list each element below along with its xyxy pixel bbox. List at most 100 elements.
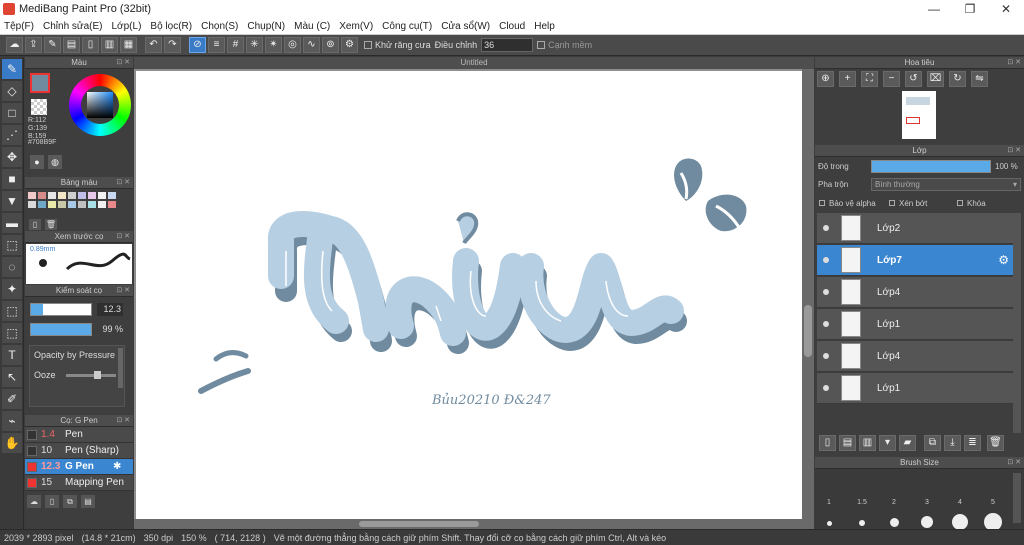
visibility-icon[interactable] xyxy=(823,289,829,295)
parallel-snap-icon[interactable]: ≡ xyxy=(208,37,225,53)
brush-item[interactable]: 15 Mapping Pen xyxy=(25,475,133,491)
folder-icon[interactable]: ▰ xyxy=(899,435,916,451)
delete-layer-icon[interactable]: 🗑 xyxy=(987,435,1004,451)
restore-button[interactable]: ❐ xyxy=(952,0,988,18)
ooze-slider[interactable] xyxy=(66,371,116,379)
visibility-icon[interactable] xyxy=(823,225,829,231)
color-history-icon[interactable]: ◍ xyxy=(48,155,62,169)
text-tool-icon[interactable]: T xyxy=(2,345,22,365)
size-slider[interactable] xyxy=(30,303,92,316)
redo-icon[interactable]: ↷ xyxy=(164,37,181,53)
adjust-spinbox[interactable]: 36 xyxy=(481,38,534,52)
menu-snap[interactable]: Chụp(N) xyxy=(247,21,285,32)
comment-icon[interactable]: ✎ xyxy=(44,37,61,53)
layer-list-scrollbar[interactable] xyxy=(1013,213,1021,433)
palette-swatch[interactable] xyxy=(47,191,57,200)
fit-window-icon[interactable]: ⛶ xyxy=(861,71,878,87)
message-icon[interactable]: ▤ xyxy=(63,37,80,53)
magic-wand-icon[interactable]: ✦ xyxy=(2,279,22,299)
visibility-icon[interactable] xyxy=(823,257,829,263)
grid-snap-icon[interactable]: # xyxy=(227,37,244,53)
brush-copy-icon[interactable]: ⧉ xyxy=(63,495,77,508)
page-icon[interactable]: ▯ xyxy=(82,37,99,53)
new-layer-menu-icon[interactable]: ▾ xyxy=(879,435,896,451)
hand-tool-icon[interactable]: ✋ xyxy=(2,433,22,453)
lasso-tool-icon[interactable]: ◌ xyxy=(2,257,22,277)
brush-tool-icon[interactable]: ✎ xyxy=(2,59,22,79)
document-icon[interactable]: ▥ xyxy=(101,37,118,53)
brush-size-3[interactable]: 3 xyxy=(921,499,933,506)
palette-swatch[interactable] xyxy=(37,200,47,209)
menu-edit[interactable]: Chỉnh sửa(E) xyxy=(43,21,103,32)
pressure-label[interactable]: Opacity by Pressure xyxy=(34,350,118,360)
size-value[interactable]: 12.3 xyxy=(97,303,123,316)
grid-layout-icon[interactable]: ▦ xyxy=(120,37,137,53)
palette-swatch[interactable] xyxy=(87,191,97,200)
menu-view[interactable]: Xem(V) xyxy=(339,21,373,32)
brush-cloud-icon[interactable]: ☁ xyxy=(27,495,41,508)
brush-add-icon[interactable]: ▯ xyxy=(45,495,59,508)
drawing-canvas[interactable]: Bủu20210 Đ&247 xyxy=(136,71,802,519)
layer-row[interactable]: Lớp2 xyxy=(817,213,1013,244)
palette-swatch[interactable] xyxy=(27,191,37,200)
snap-off-icon[interactable]: ⊘ xyxy=(189,37,206,53)
select-eraser-icon[interactable]: ⬚ xyxy=(2,323,22,343)
palette-swatch[interactable] xyxy=(107,191,117,200)
zoom-in-icon[interactable]: + xyxy=(839,71,856,87)
smooth-edge-checkbox[interactable] xyxy=(537,41,546,49)
visibility-icon[interactable] xyxy=(823,321,829,327)
palette-swatch[interactable] xyxy=(77,191,87,200)
brush-item[interactable]: 10 Pen (Sharp) xyxy=(25,443,133,459)
brush-size-1[interactable]: 1 xyxy=(823,499,835,506)
navigator-viewport[interactable] xyxy=(906,117,920,124)
concentric-snap-icon[interactable]: ◎ xyxy=(284,37,301,53)
fill-rect-tool-icon[interactable]: ■ xyxy=(2,169,22,189)
palette-delete-icon[interactable]: 🗑 xyxy=(45,219,57,230)
minimize-button[interactable]: — xyxy=(916,0,952,18)
palette-swatch[interactable] xyxy=(67,200,77,209)
layer-row[interactable]: Lớp4 xyxy=(817,277,1013,308)
reset-view-icon[interactable]: ⌧ xyxy=(927,71,944,87)
cloud-icon[interactable]: ☁ xyxy=(6,37,23,53)
palette-swatch[interactable] xyxy=(57,200,67,209)
palette-swatch[interactable] xyxy=(37,191,47,200)
menu-layer[interactable]: Lớp(L) xyxy=(112,21,142,32)
menu-color[interactable]: Màu (C) xyxy=(294,21,330,32)
brush-settings-icon[interactable]: ✱ xyxy=(113,461,121,472)
color-wheel[interactable] xyxy=(69,74,131,136)
palette-add-icon[interactable]: ▯ xyxy=(29,219,41,230)
eraser-tool-icon[interactable]: ◇ xyxy=(2,81,22,101)
new-halftone-layer-icon[interactable]: ▥ xyxy=(859,435,876,451)
bucket-tool-icon[interactable]: ▼ xyxy=(2,191,22,211)
duplicate-layer-icon[interactable]: ⧉ xyxy=(924,435,941,451)
palette-swatch[interactable] xyxy=(67,191,77,200)
select-tool-icon[interactable]: ⬚ xyxy=(2,235,22,255)
close-button[interactable]: ✕ xyxy=(988,0,1024,18)
visibility-icon[interactable] xyxy=(823,353,829,359)
move-tool-icon[interactable]: ✥ xyxy=(2,147,22,167)
rotate-right-icon[interactable]: ↻ xyxy=(949,71,966,87)
rotate-left-icon[interactable]: ↺ xyxy=(905,71,922,87)
visibility-icon[interactable] xyxy=(823,385,829,391)
menu-cloud[interactable]: Cloud xyxy=(499,21,525,32)
menu-help[interactable]: Help xyxy=(534,21,555,32)
zoom-out-icon[interactable]: − xyxy=(883,71,900,87)
palette-swatch[interactable] xyxy=(87,200,97,209)
menu-file[interactable]: Tệp(F) xyxy=(4,21,34,32)
palette-swatch[interactable] xyxy=(57,191,67,200)
new-color-layer-icon[interactable]: ▤ xyxy=(839,435,856,451)
brush-size-4[interactable]: 4 xyxy=(954,499,966,506)
layer-row[interactable]: Lớp1 xyxy=(817,373,1013,404)
antialias-checkbox[interactable] xyxy=(364,41,372,49)
select-pen-icon[interactable]: ⬚ xyxy=(2,301,22,321)
brush-size-2[interactable]: 2 xyxy=(888,499,900,506)
menu-window[interactable]: Cửa sổ(W) xyxy=(441,21,490,32)
palette-swatch[interactable] xyxy=(97,200,107,209)
menu-select[interactable]: Chọn(S) xyxy=(201,21,238,32)
layer-row[interactable]: Lớp4 xyxy=(817,341,1013,372)
operation-tool-icon[interactable]: ↖ xyxy=(2,367,22,387)
lock-checkbox[interactable]: Khóa xyxy=(957,199,986,208)
flip-icon[interactable]: ⇋ xyxy=(971,71,988,87)
undo-icon[interactable]: ↶ xyxy=(145,37,162,53)
palette-swatch[interactable] xyxy=(107,200,117,209)
